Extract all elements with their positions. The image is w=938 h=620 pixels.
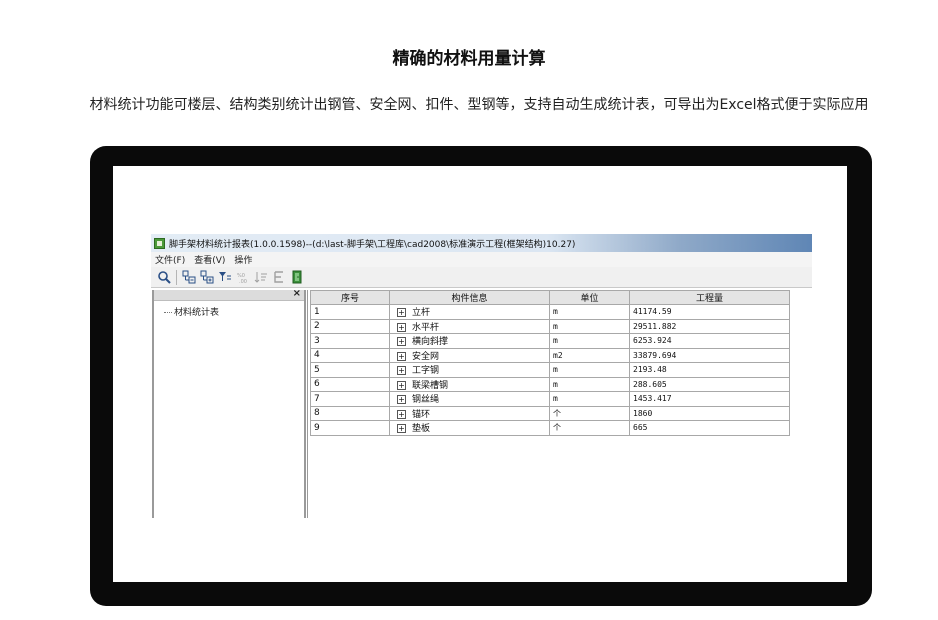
cell-unit: m — [549, 362, 630, 378]
page-subtitle: 材料统计功能可楼层、结构类别统计出钢管、安全网、扣件、型钢等，支持自动生成统计表… — [89, 97, 869, 113]
expand-icon[interactable]: + — [397, 380, 406, 390]
tree-item-label: 材料统计表 — [174, 308, 220, 318]
cell-unit: m2 — [549, 347, 630, 363]
cell-quantity: 1453.417 — [629, 391, 790, 407]
cell-index: 8 — [310, 405, 390, 421]
component-name: 横向斜撑 — [412, 337, 449, 348]
cell-quantity: 1860 — [629, 405, 790, 421]
cell-unit: m — [549, 391, 630, 407]
window-titlebar[interactable]: 脚手架材料统计报表(1.0.0.1598)--(d:\last-脚手架\工程库\… — [151, 234, 812, 252]
cell-component: + 水平杆 — [389, 318, 550, 334]
cell-index: 6 — [310, 376, 390, 392]
column-header-component[interactable]: 构件信息 — [389, 290, 550, 305]
page-title: 精确的材料用量计算 — [392, 49, 546, 69]
cell-quantity: 41174.59 — [629, 304, 790, 320]
table-row[interactable]: 7 + 钢丝绳 m 1453.417 — [310, 391, 790, 407]
toolbar-separator — [176, 269, 177, 285]
expand-icon[interactable]: + — [397, 322, 406, 332]
svg-text:.00: .00 — [239, 279, 247, 284]
cell-component: + 横向斜撑 — [389, 333, 550, 349]
table-row[interactable]: 1 + 立杆 m 41174.59 — [310, 304, 790, 320]
component-name: 垫板 — [412, 424, 431, 435]
cell-unit: m — [549, 333, 630, 349]
filter-icon[interactable] — [216, 269, 233, 286]
tree-collapse-icon[interactable] — [198, 269, 215, 286]
tree-connector — [164, 312, 172, 313]
cell-index: 5 — [310, 362, 390, 378]
table-row[interactable]: 8 + 锚环 个 1860 — [310, 405, 790, 421]
cell-component: + 安全网 — [389, 347, 550, 363]
menu-file[interactable]: 文件(F) — [155, 253, 185, 266]
column-header-unit[interactable]: 单位 — [549, 290, 630, 305]
menu-view[interactable]: 查看(V) — [194, 253, 225, 266]
column-header-quantity[interactable]: 工程量 — [629, 290, 790, 305]
close-icon[interactable]: × — [293, 288, 301, 299]
cell-component: + 垫板 — [389, 420, 550, 436]
component-name: 钢丝绳 — [412, 395, 440, 406]
door-exit-icon[interactable] — [288, 269, 305, 286]
cell-index: 3 — [310, 333, 390, 349]
menu-bar: 文件(F) 查看(V) 操作 — [151, 252, 812, 267]
expand-icon[interactable]: + — [397, 337, 406, 347]
app-icon — [154, 237, 165, 249]
expand-icon[interactable]: + — [397, 351, 406, 361]
table-panel: 序号 构件信息 单位 工程量 1 + 立杆 m 41174.59 2 + 水平杆 m 29511.… — [307, 290, 812, 518]
cell-index: 4 — [310, 347, 390, 363]
toolbar: %0.00 — [151, 267, 812, 288]
expand-icon[interactable]: + — [397, 308, 406, 318]
cell-component: + 锚环 — [389, 405, 550, 421]
component-name: 安全网 — [412, 351, 440, 362]
excel-e-icon[interactable] — [270, 269, 287, 286]
component-name: 立杆 — [412, 308, 431, 319]
cell-index: 9 — [310, 420, 390, 436]
sort-icon[interactable] — [252, 269, 269, 286]
expand-icon[interactable]: + — [397, 395, 406, 405]
window-title: 脚手架材料统计报表(1.0.0.1598)--(d:\last-脚手架\工程库\… — [169, 239, 576, 250]
component-name: 水平杆 — [412, 322, 440, 333]
cell-unit: 个 — [549, 405, 630, 421]
cell-quantity: 6253.924 — [629, 333, 790, 349]
table-row[interactable]: 3 + 横向斜撑 m 6253.924 — [310, 333, 790, 349]
tree-panel: × 材料统计表 — [152, 288, 306, 518]
cell-unit: m — [549, 376, 630, 392]
component-name: 锚环 — [412, 409, 431, 420]
decimal-icon[interactable]: %0.00 — [234, 269, 251, 286]
app-window: 脚手架材料统计报表(1.0.0.1598)--(d:\last-脚手架\工程库\… — [151, 234, 812, 518]
expand-icon[interactable]: + — [397, 424, 406, 434]
menu-operate[interactable]: 操作 — [234, 253, 252, 266]
cell-component: + 工字钢 — [389, 362, 550, 378]
table-row[interactable]: 4 + 安全网 m2 33879.694 — [310, 347, 790, 363]
cell-component: + 钢丝绳 — [389, 391, 550, 407]
table-row[interactable]: 5 + 工字钢 m 2193.48 — [310, 362, 790, 378]
component-name: 工字钢 — [412, 366, 440, 377]
tree-item-material-stats[interactable]: 材料统计表 — [164, 305, 219, 318]
search-zoom-icon[interactable] — [155, 269, 172, 286]
cell-component: + 联梁槽钢 — [389, 376, 550, 392]
cell-quantity: 29511.882 — [629, 318, 790, 334]
cell-quantity: 288.605 — [629, 376, 790, 392]
cell-index: 1 — [310, 304, 390, 320]
table-row[interactable]: 9 + 垫板 个 665 — [310, 420, 790, 436]
component-name: 联梁槽钢 — [412, 380, 449, 391]
expand-icon[interactable]: + — [397, 366, 406, 376]
cell-unit: 个 — [549, 420, 630, 436]
cell-unit: m — [549, 304, 630, 320]
cell-quantity: 33879.694 — [629, 347, 790, 363]
cell-quantity: 2193.48 — [629, 362, 790, 378]
table-row[interactable]: 6 + 联梁槽钢 m 288.605 — [310, 376, 790, 392]
cell-index: 2 — [310, 318, 390, 334]
cell-index: 7 — [310, 391, 390, 407]
expand-icon[interactable]: + — [397, 409, 406, 419]
tree-expand-icon[interactable] — [180, 269, 197, 286]
column-header-index[interactable]: 序号 — [310, 290, 390, 305]
cell-quantity: 665 — [629, 420, 790, 436]
cell-unit: m — [549, 318, 630, 334]
material-table: 序号 构件信息 单位 工程量 1 + 立杆 m 41174.59 2 + 水平杆 m 29511.… — [310, 290, 790, 436]
table-header-row: 序号 构件信息 单位 工程量 — [310, 290, 790, 305]
table-row[interactable]: 2 + 水平杆 m 29511.882 — [310, 318, 790, 334]
cell-component: + 立杆 — [389, 304, 550, 320]
tree-panel-header: × — [154, 288, 304, 301]
